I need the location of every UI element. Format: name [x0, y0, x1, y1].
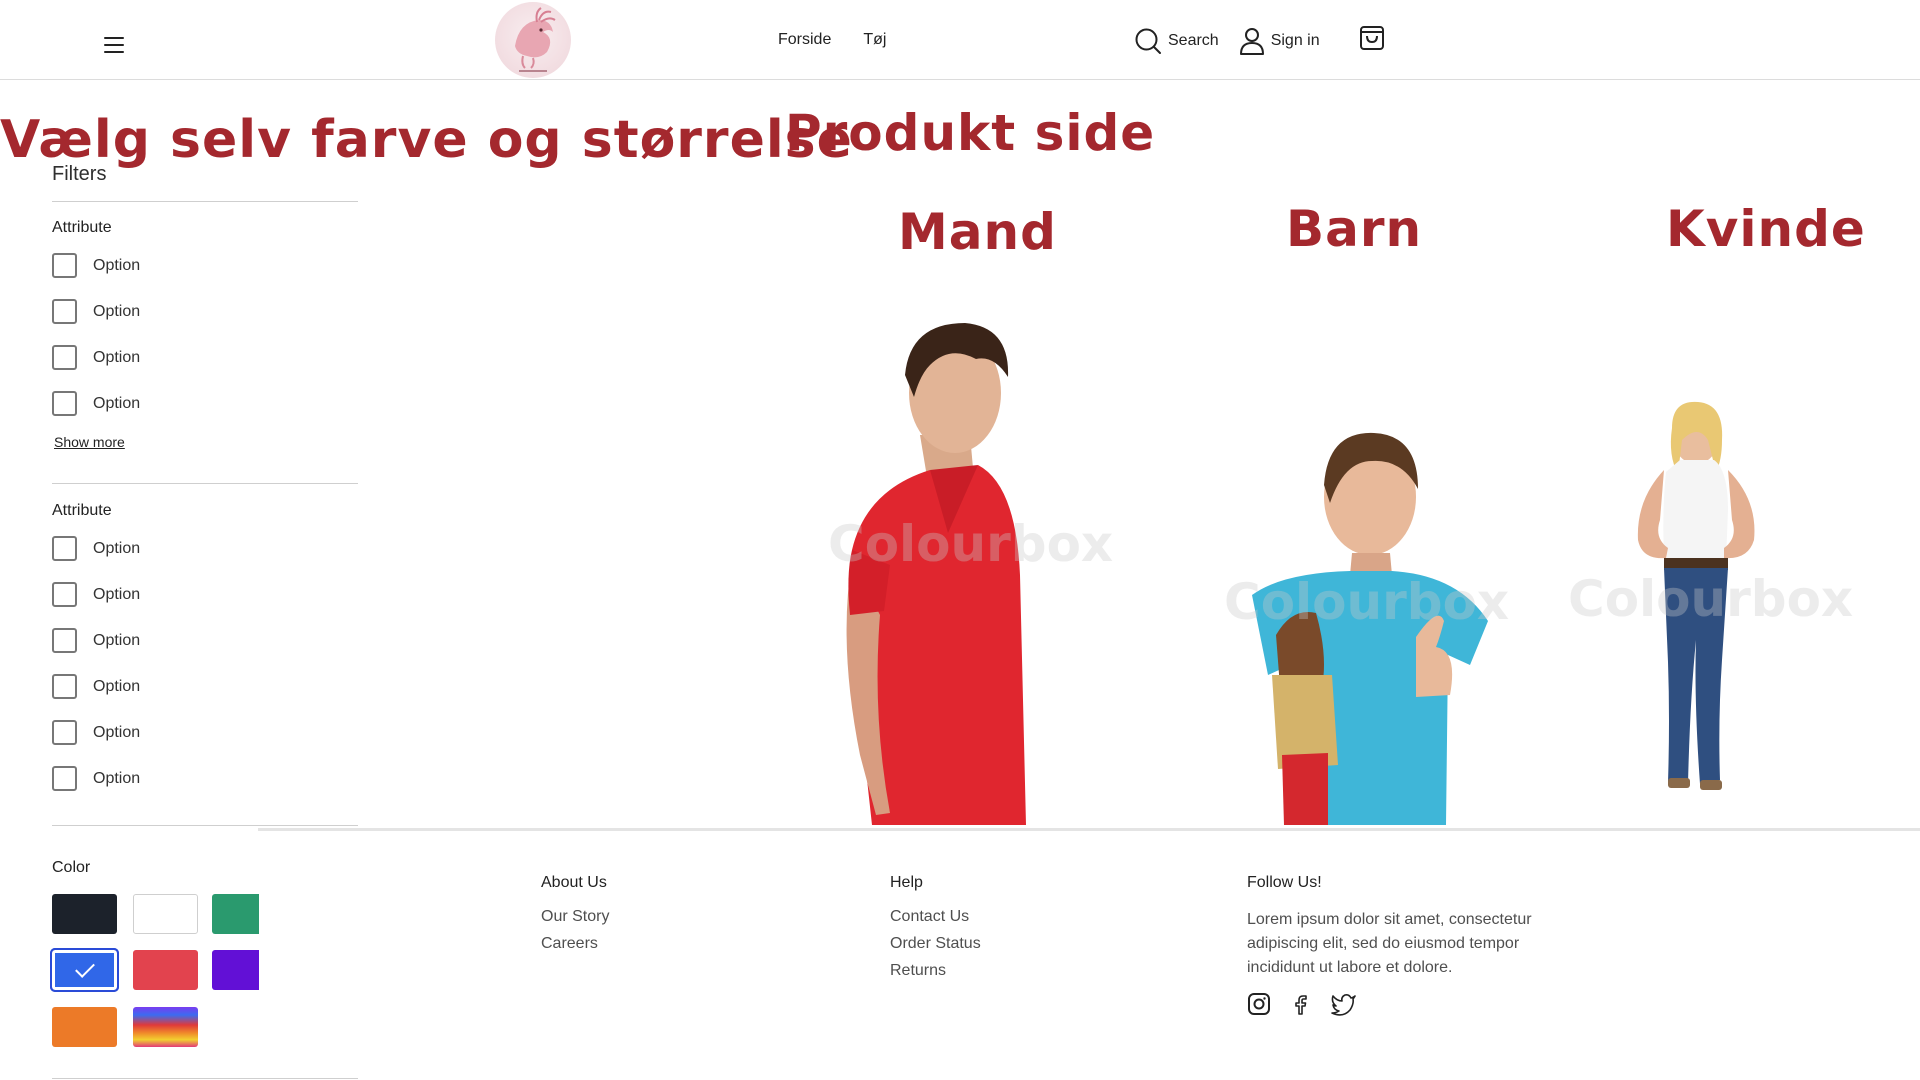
- nav-forside[interactable]: Forside: [778, 31, 831, 49]
- checkbox[interactable]: [52, 628, 77, 653]
- user-icon: [1239, 27, 1264, 55]
- category-heading-barn: Barn: [1286, 200, 1423, 258]
- filter-option[interactable]: Option: [52, 766, 140, 791]
- instagram-icon[interactable]: [1247, 992, 1271, 1021]
- man-red-shirt-image: [846, 323, 1026, 825]
- sign-in-label: Sign in: [1270, 31, 1320, 49]
- option-label: Option: [93, 302, 141, 320]
- filter-option[interactable]: Option: [52, 299, 140, 324]
- product-image-barn[interactable]: Colourbox: [1224, 425, 1509, 825]
- filter-option[interactable]: Option: [52, 628, 140, 653]
- checkbox[interactable]: [52, 345, 77, 370]
- option-label: Option: [93, 677, 141, 695]
- footer-about: About Us Our Story Careers: [541, 874, 609, 962]
- filter-option[interactable]: Option: [52, 253, 140, 278]
- filters-divider: [52, 201, 358, 202]
- nav-toj[interactable]: Tøj: [863, 31, 886, 49]
- checkbox[interactable]: [52, 720, 77, 745]
- filter-option[interactable]: Option: [52, 536, 140, 561]
- product-image-kvinde[interactable]: Colourbox: [1568, 400, 1853, 795]
- filters-title: Filters: [52, 163, 107, 185]
- show-more-link[interactable]: Show more: [54, 434, 125, 450]
- checkmark-icon: [74, 958, 95, 978]
- filter-option[interactable]: Option: [52, 345, 140, 370]
- page-heading: Vælg selv farve og størrelse: [0, 110, 853, 170]
- filters-divider: [52, 825, 358, 826]
- footer-follow: Follow Us! Lorem ipsum dolor sit amet, c…: [1247, 874, 1557, 1021]
- checkbox[interactable]: [52, 391, 77, 416]
- twitter-icon[interactable]: [1331, 992, 1357, 1021]
- checkbox[interactable]: [52, 766, 77, 791]
- social-links: [1247, 992, 1557, 1021]
- menu-icon[interactable]: [104, 37, 126, 55]
- color-swatch-rainbow[interactable]: [133, 1007, 198, 1047]
- filters-divider: [52, 483, 358, 484]
- option-label: Option: [93, 256, 141, 274]
- footer-about-title: About Us: [541, 874, 607, 891]
- filter-group-title: Attribute: [52, 502, 112, 519]
- option-label: Option: [93, 394, 141, 412]
- facebook-icon[interactable]: [1289, 992, 1313, 1021]
- checkbox[interactable]: [52, 674, 77, 699]
- axolotl-logo-icon: [515, 7, 556, 72]
- header-actions: Search Sign in: [1134, 24, 1386, 57]
- footer-link-order-status[interactable]: Order Status: [890, 935, 981, 953]
- footer-help: Help Contact Us Order Status Returns: [890, 874, 981, 989]
- color-swatch-green[interactable]: [212, 894, 259, 934]
- site-header: Forside Tøj Search Sign in: [0, 0, 1920, 80]
- footer-link-careers[interactable]: Careers: [541, 935, 609, 953]
- filter-group-title: Attribute: [52, 219, 112, 236]
- footer-divider: [258, 828, 1920, 831]
- filter-option[interactable]: Option: [52, 391, 140, 416]
- filter-option[interactable]: Option: [52, 720, 140, 745]
- filter-option[interactable]: Option: [52, 582, 140, 607]
- footer-link-returns[interactable]: Returns: [890, 962, 981, 980]
- footer-link-our-story[interactable]: Our Story: [541, 908, 609, 926]
- filter-option[interactable]: Option: [52, 674, 140, 699]
- product-page-heading: Produkt side: [785, 104, 1156, 162]
- footer-follow-text: Lorem ipsum dolor sit amet, consectetur …: [1247, 911, 1532, 976]
- color-swatch-black[interactable]: [52, 894, 117, 934]
- logo[interactable]: [495, 2, 571, 78]
- option-label: Option: [93, 723, 141, 741]
- checkbox[interactable]: [52, 536, 77, 561]
- search-icon: [1135, 28, 1161, 54]
- search-label: Search: [1168, 31, 1219, 49]
- color-swatch-orange[interactable]: [52, 1007, 117, 1047]
- footer-link-contact-us[interactable]: Contact Us: [890, 908, 981, 926]
- search-button[interactable]: Search: [1134, 27, 1219, 55]
- color-swatch-blue[interactable]: [50, 948, 119, 992]
- option-label: Option: [93, 348, 141, 366]
- product-image-mand[interactable]: Colourbox: [780, 315, 1113, 825]
- option-label: Option: [93, 769, 141, 787]
- category-heading-kvinde: Kvinde: [1666, 200, 1866, 258]
- woman-jeans-image: [1637, 401, 1755, 790]
- sign-in-button[interactable]: Sign in: [1239, 27, 1320, 55]
- cart-button[interactable]: [1358, 24, 1386, 57]
- color-filter-title: Color: [52, 859, 91, 876]
- option-label: Option: [93, 631, 141, 649]
- boy-blue-shirt-image: [1252, 432, 1488, 825]
- checkbox[interactable]: [52, 299, 77, 324]
- shopping-bag-icon: [1359, 26, 1384, 50]
- category-heading-mand: Mand: [898, 203, 1057, 261]
- color-swatch-red[interactable]: [133, 950, 198, 990]
- filters-divider: [52, 1078, 358, 1079]
- option-label: Option: [93, 585, 141, 603]
- checkbox[interactable]: [52, 582, 77, 607]
- footer-help-title: Help: [890, 874, 923, 891]
- color-swatch-purple[interactable]: [212, 950, 259, 990]
- footer-follow-title: Follow Us!: [1247, 874, 1322, 891]
- color-swatch-white[interactable]: [133, 894, 198, 934]
- option-label: Option: [93, 539, 141, 557]
- checkbox[interactable]: [52, 253, 77, 278]
- main-nav: Forside Tøj: [778, 31, 886, 49]
